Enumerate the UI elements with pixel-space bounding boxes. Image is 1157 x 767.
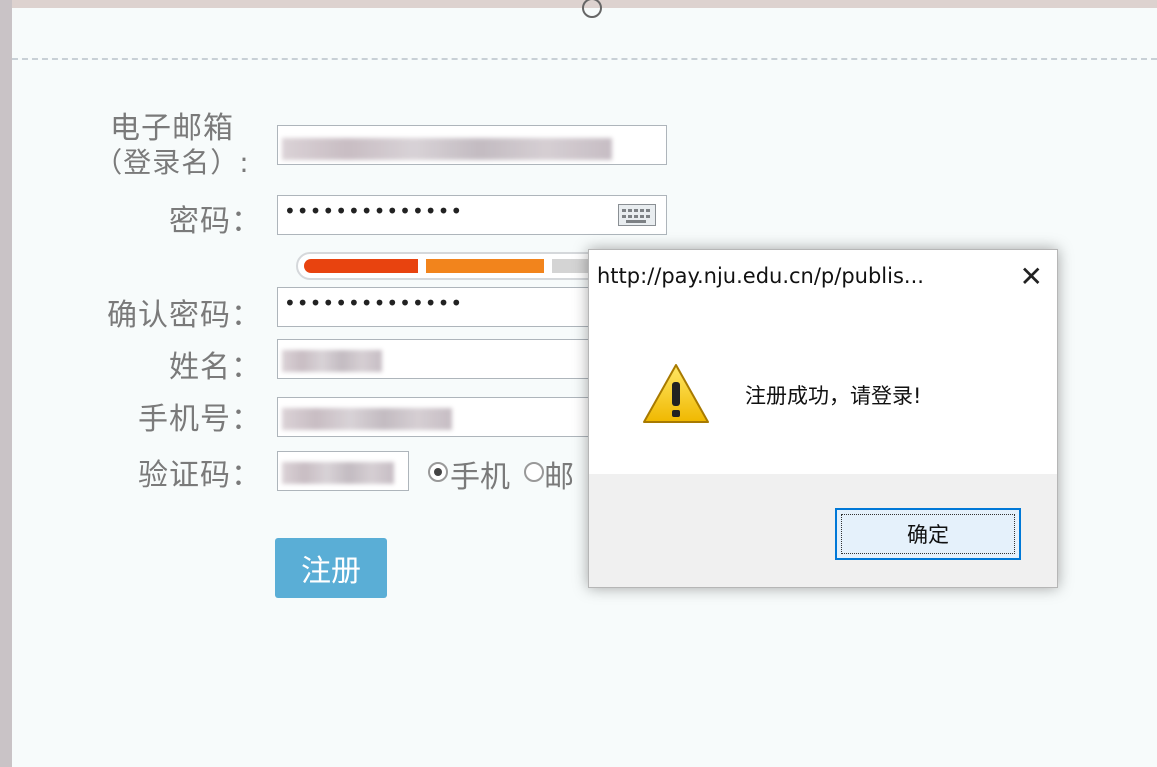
confirm-password-value: ••••••••••••••: [284, 291, 464, 315]
phone-label: 手机号：: [138, 402, 262, 437]
dialog-titlebar: http://pay.nju.edu.cn/p/publis... ✕: [589, 250, 1057, 306]
alert-dialog: http://pay.nju.edu.cn/p/publis... ✕ 注册成功…: [588, 249, 1058, 588]
strength-segment-medium: [426, 259, 544, 273]
radio-email[interactable]: [524, 462, 544, 482]
code-label: 验证码：: [138, 458, 262, 493]
radio-phone-label: 手机: [450, 460, 510, 495]
radio-phone[interactable]: [428, 462, 448, 482]
password-field[interactable]: ••••••••••••••: [277, 195, 667, 235]
ok-button[interactable]: 确定: [835, 508, 1021, 560]
email-label: 电子邮箱 （登录名）:: [92, 112, 252, 180]
left-edge-mark: [12, 388, 22, 402]
radio-email-label: 邮: [544, 460, 574, 495]
keyboard-icon[interactable]: [618, 204, 656, 226]
email-field[interactable]: [277, 125, 667, 165]
password-label: 密码：: [169, 204, 262, 239]
register-button[interactable]: 注册: [275, 538, 387, 598]
dialog-body: 注册成功，请登录!: [589, 306, 1057, 474]
name-value-redacted: [282, 350, 382, 372]
code-value-redacted: [282, 462, 394, 484]
confirm-password-label: 确认密码：: [107, 298, 262, 333]
email-value-redacted: [282, 138, 612, 160]
close-icon[interactable]: ✕: [1020, 260, 1043, 293]
email-label-line1: 电子邮箱: [110, 111, 234, 146]
warning-icon: [643, 364, 709, 423]
email-label-line2: （登录名）:: [94, 146, 250, 179]
background-left: [0, 0, 12, 767]
dialog-message: 注册成功，请登录!: [745, 384, 922, 408]
top-handle-icon: [582, 0, 602, 18]
phone-value-redacted: [282, 408, 452, 430]
dialog-title: http://pay.nju.edu.cn/p/publis...: [597, 264, 924, 288]
divider: [12, 58, 1157, 60]
password-value: ••••••••••••••: [284, 199, 464, 223]
strength-segment-weak: [304, 259, 418, 273]
name-label: 姓名：: [169, 350, 262, 385]
code-field[interactable]: [277, 451, 409, 491]
